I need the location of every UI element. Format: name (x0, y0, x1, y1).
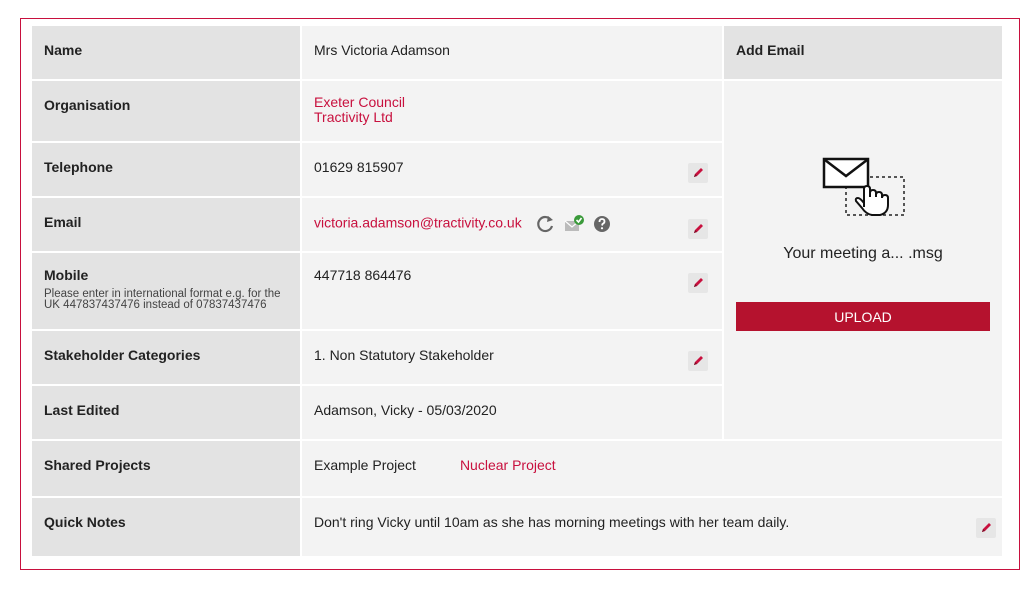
name-value: Mrs Victoria Adamson (302, 26, 722, 79)
upload-button[interactable]: UPLOAD (736, 302, 990, 331)
telephone-value: 01629 815907 (302, 143, 722, 196)
email-drop-zone[interactable]: Your meeting a... .msg UPLOAD (724, 81, 1002, 439)
last-edited-label: Last Edited (32, 386, 300, 439)
email-value: victoria.adamson@tractivity.co.uk (302, 198, 722, 251)
uploaded-file-name: Your meeting a... .msg (783, 245, 943, 262)
shared-projects-label: Shared Projects (32, 441, 300, 496)
mobile-value: 447718 864476 (302, 253, 722, 329)
organisation-value: Exeter Council Tractivity Ltd (302, 81, 722, 141)
edit-telephone-button[interactable] (688, 163, 708, 183)
email-label: Email (32, 198, 300, 251)
edit-email-button[interactable] (688, 219, 708, 239)
mobile-label: Mobile Please enter in international for… (32, 253, 300, 329)
edit-stakeholder-categories-button[interactable] (688, 351, 708, 371)
contact-details-grid: Name Mrs Victoria Adamson Add Email Orga… (32, 26, 1012, 563)
pencil-icon (694, 278, 703, 287)
organisation-label: Organisation (32, 81, 300, 141)
email-link[interactable]: victoria.adamson@tractivity.co.uk (314, 215, 522, 231)
last-edited-value: Adamson, Vicky - 05/03/2020 (302, 386, 722, 439)
organisation-link-exeter[interactable]: Exeter Council (314, 95, 710, 110)
name-label: Name (32, 26, 300, 79)
pencil-icon (982, 523, 991, 532)
quick-notes-label: Quick Notes (32, 498, 300, 556)
stakeholder-categories-label: Stakeholder Categories (32, 331, 300, 384)
shared-project-nuclear-link[interactable]: Nuclear Project (460, 457, 556, 473)
pencil-icon (694, 168, 703, 177)
shared-project-example: Example Project (314, 457, 416, 473)
pencil-icon (694, 224, 703, 233)
mobile-text: 447718 864476 (314, 267, 412, 283)
email-drop-icon (822, 157, 905, 216)
telephone-label: Telephone (32, 143, 300, 196)
email-verified-icon[interactable] (564, 214, 584, 234)
stakeholder-categories-text: 1. Non Statutory Stakeholder (314, 347, 494, 363)
pencil-icon (694, 356, 703, 365)
mobile-format-hint: Please enter in international format e.g… (44, 288, 281, 311)
quick-notes-text: Don't ring Vicky until 10am as she has m… (314, 514, 790, 530)
stakeholder-categories-value: 1. Non Statutory Stakeholder (302, 331, 722, 384)
organisation-link-tractivity[interactable]: Tractivity Ltd (314, 110, 710, 125)
telephone-text: 01629 815907 (314, 159, 404, 175)
refresh-icon[interactable] (536, 214, 556, 234)
contact-details-panel: Name Mrs Victoria Adamson Add Email Orga… (20, 18, 1020, 570)
edit-mobile-button[interactable] (688, 273, 708, 293)
edit-quick-notes-button[interactable] (976, 518, 996, 538)
mobile-label-text: Mobile (44, 267, 89, 283)
shared-projects-value: Example Project Nuclear Project (302, 441, 1002, 496)
add-email-header: Add Email (724, 26, 1002, 79)
help-icon[interactable] (592, 214, 612, 234)
quick-notes-value: Don't ring Vicky until 10am as she has m… (302, 498, 1002, 556)
